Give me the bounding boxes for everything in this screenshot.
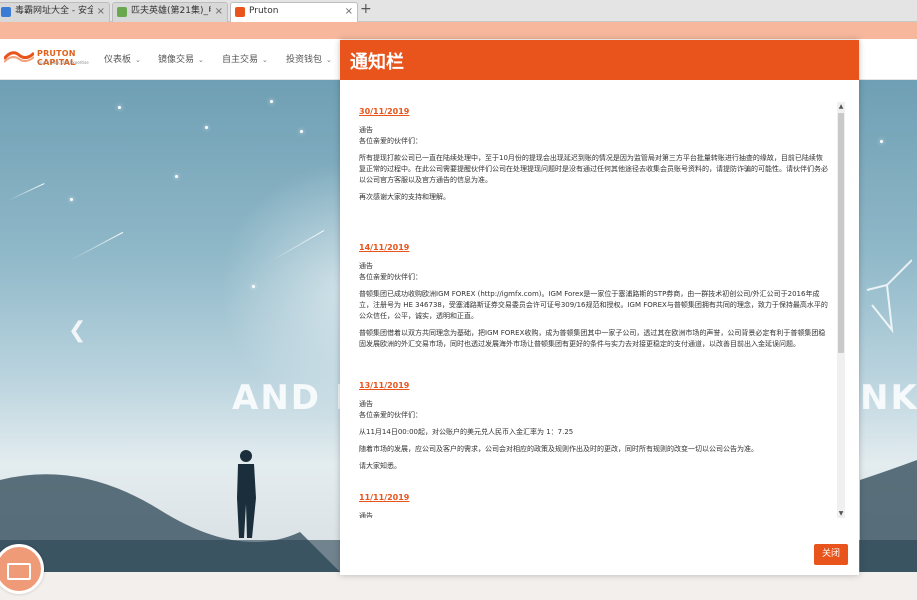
star <box>175 175 178 178</box>
star <box>118 106 121 109</box>
nav-label: 镜像交易 <box>158 55 195 65</box>
envelope-icon <box>7 563 31 580</box>
notice-date[interactable]: 11/11/2019 <box>359 492 829 503</box>
star <box>300 130 303 133</box>
page-footer-strip <box>0 572 917 600</box>
browser-tab-active[interactable]: Pruton × <box>230 2 358 22</box>
notice-heading: 通告 <box>359 400 373 408</box>
close-button[interactable]: 关闭 <box>814 544 848 565</box>
standing-person-silhouette <box>237 450 256 538</box>
scroll-up-arrow-icon[interactable]: ▲ <box>837 102 845 111</box>
tab-title: Pruton <box>249 6 279 16</box>
close-tab-icon[interactable]: × <box>215 3 223 20</box>
shooting-star <box>69 231 124 261</box>
notice-paragraph: 请大家知悉。 <box>359 462 401 470</box>
shooting-star <box>7 183 45 201</box>
close-tab-icon[interactable]: × <box>345 3 353 20</box>
site-favicon-icon <box>1 7 11 17</box>
site-favicon-icon <box>117 7 127 17</box>
site-logo[interactable]: PRUTON CAPITAL Your Vision, Our Expertis… <box>4 47 94 73</box>
nav-item-wallet[interactable]: 投资钱包 ⌄ <box>286 52 332 65</box>
star <box>880 140 883 143</box>
notice-heading: 通告 <box>359 262 373 270</box>
browser-tab[interactable]: 匹夫英雄(第21集)_电… × <box>112 2 228 22</box>
notice-paragraph: 随着市场的发展，应公司及客户的需求，公司会对相应的政策及规则作出及时的更改，同时… <box>359 445 758 453</box>
scrollbar-thumb[interactable] <box>838 113 844 353</box>
star <box>252 285 255 288</box>
hero-slogan-right: NK <box>860 378 917 418</box>
notice-paragraph: 普顿集团借着以双方共同理念为基础，把IGM FOREX收购，成为普顿集团其中一家… <box>359 329 826 348</box>
chevron-down-icon: ⌄ <box>198 56 204 64</box>
notice-paragraph: 再次感谢大家的支持和理解。 <box>359 193 450 201</box>
nav-label: 自主交易 <box>222 55 259 65</box>
notice-item: 30/11/2019 通告 各位亲爱的伙伴们： 所有提现打款公司已一直在陆续处理… <box>359 106 829 209</box>
site-favicon-icon <box>235 7 245 17</box>
notice-scrollbar[interactable]: ▲ ▼ <box>837 102 845 518</box>
notice-list[interactable]: 30/11/2019 通告 各位亲爱的伙伴们： 所有提现打款公司已一直在陆续处理… <box>348 102 838 518</box>
nav-item-dashboard[interactable]: 仪表板 ⌄ <box>104 52 141 65</box>
notice-heading: 通告 <box>359 512 373 518</box>
nav-item-self-trading[interactable]: 自主交易 ⌄ <box>222 52 268 65</box>
nav-item-mirror-trading[interactable]: 镜像交易 ⌄ <box>158 52 204 65</box>
star-outline-graphic <box>866 259 912 334</box>
carousel-prev-arrow-icon[interactable]: ❮ <box>68 318 86 343</box>
star <box>270 100 273 103</box>
notice-date[interactable]: 14/11/2019 <box>359 242 829 253</box>
logo-tagline: Your Vision, Our Expertise <box>37 60 89 65</box>
chevron-down-icon: ⌄ <box>135 56 141 64</box>
notice-date[interactable]: 13/11/2019 <box>359 380 829 391</box>
star <box>205 126 208 129</box>
browser-tab[interactable]: 毒霸网址大全 - 安全实… × <box>0 2 110 22</box>
top-banner-strip <box>0 22 917 39</box>
notice-modal: 通知栏 30/11/2019 通告 各位亲爱的伙伴们： 所有提现打款公司已一直在… <box>340 40 859 575</box>
tab-title: 匹夫英雄(第21集)_电… <box>131 6 211 16</box>
new-tab-button[interactable]: + <box>360 1 372 17</box>
notice-heading: 通告 <box>359 126 373 134</box>
browser-tab-strip: 毒霸网址大全 - 安全实… × 匹夫英雄(第21集)_电… × Pruton ×… <box>0 0 917 22</box>
chevron-down-icon: ⌄ <box>262 56 268 64</box>
star <box>70 198 73 201</box>
close-tab-icon[interactable]: × <box>97 3 105 20</box>
notice-date[interactable]: 30/11/2019 <box>359 106 829 117</box>
nav-label: 投资钱包 <box>286 55 323 65</box>
notice-paragraph: 所有提现打款公司已一直在陆续处理中，至于10月份的提现会出现延迟到账的情况是因为… <box>359 154 828 184</box>
notice-item: 14/11/2019 通告 各位亲爱的伙伴们： 普顿集团已成功收购欧洲IGM F… <box>359 242 829 356</box>
modal-title: 通知栏 <box>350 52 404 73</box>
notice-greeting: 各位亲爱的伙伴们： <box>359 273 422 281</box>
notice-paragraph: 从11月14日00:00起，对公账户的美元兑人民币入金汇率为 1：7.25 <box>359 428 574 436</box>
logo-wave-icon <box>4 51 34 63</box>
notice-greeting: 各位亲爱的伙伴们： <box>359 411 422 419</box>
notice-paragraph: 普顿集团已成功收购欧洲IGM FOREX (http://igmfx.com)。… <box>359 290 828 320</box>
chevron-down-icon: ⌄ <box>326 56 332 64</box>
notice-greeting: 各位亲爱的伙伴们： <box>359 137 422 145</box>
notice-item: 13/11/2019 通告 各位亲爱的伙伴们： 从11月14日00:00起，对公… <box>359 380 829 478</box>
nav-label: 仪表板 <box>104 55 132 65</box>
notice-item: 11/11/2019 通告 <box>359 492 829 518</box>
scroll-down-arrow-icon[interactable]: ▼ <box>837 509 845 518</box>
modal-header: 通知栏 <box>340 40 859 80</box>
tab-title: 毒霸网址大全 - 安全实… <box>15 6 93 16</box>
